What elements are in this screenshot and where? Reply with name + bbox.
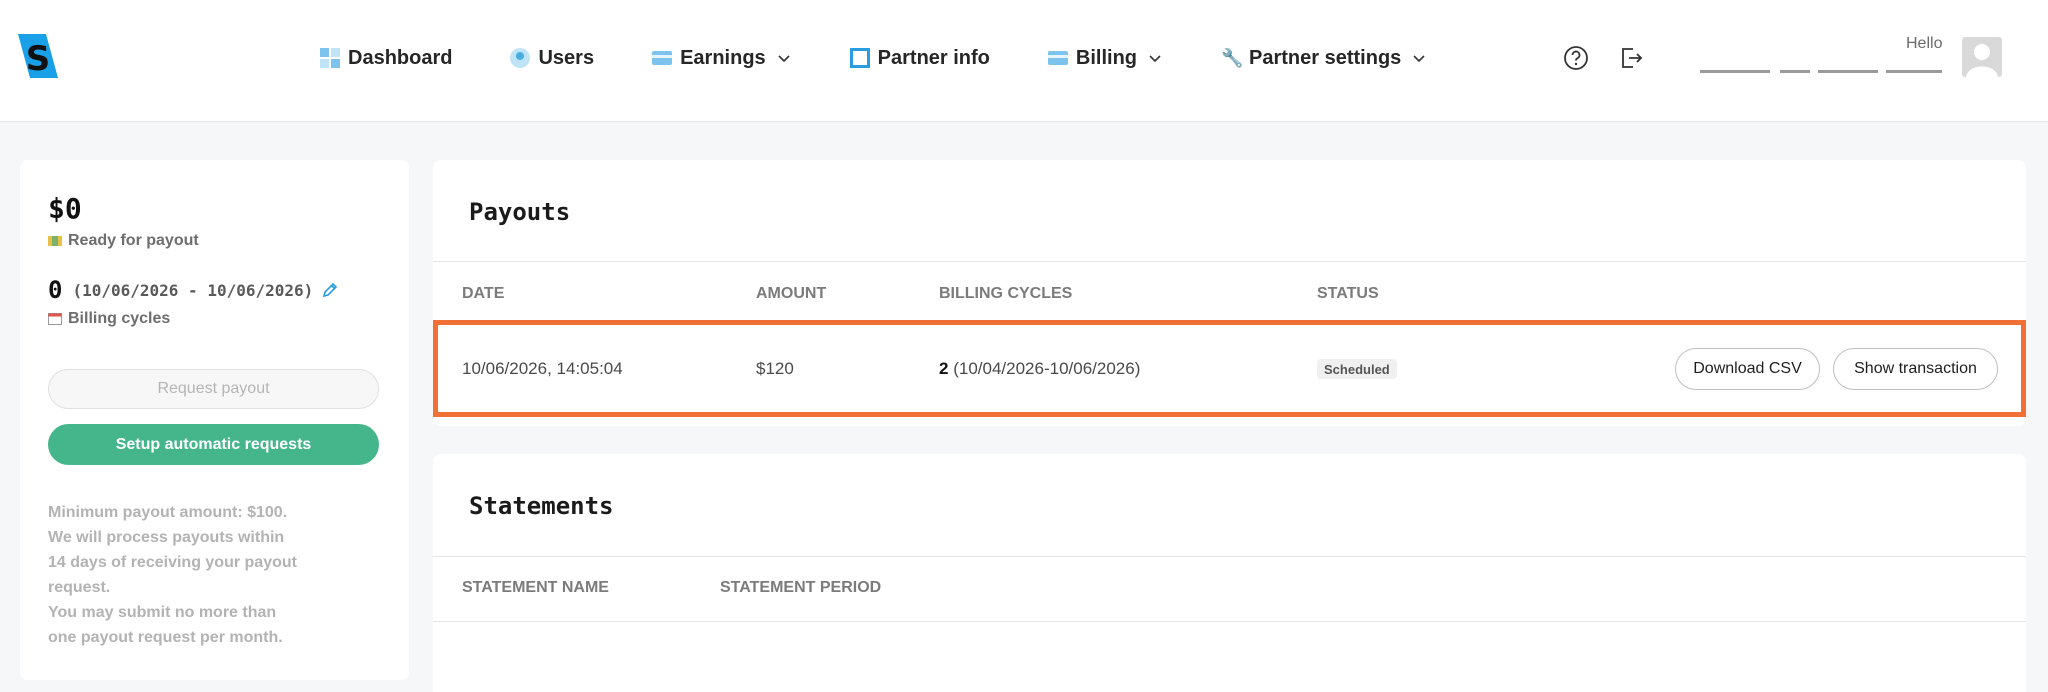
divider	[433, 261, 2026, 262]
column-header-amount: AMOUNT	[756, 285, 827, 302]
payout-date: 10/06/2026, 14:05:04	[462, 359, 623, 378]
nav-item-partner-info[interactable]: Partner info	[849, 40, 990, 76]
nav-item-label: Billing	[1075, 46, 1138, 69]
nav-item-dashboard[interactable]: Dashboard	[320, 40, 452, 76]
nav-item-partner-settings[interactable]: 🔧 Partner settings	[1221, 40, 1427, 76]
nav-item-earnings[interactable]: Earnings	[652, 40, 792, 76]
status-badge: Scheduled	[1317, 359, 1397, 379]
payouts-title: Payouts	[469, 198, 571, 226]
note-line: Minimum payout amount: $100.	[48, 504, 288, 521]
user-icon	[510, 48, 531, 68]
avatar[interactable]	[1962, 37, 2002, 77]
payouts-card: Payouts DATE AMOUNT BILLING CYCLES STATU…	[433, 160, 2026, 426]
wrench-icon: 🔧	[1221, 48, 1244, 68]
download-csv-button[interactable]: Download CSV	[1675, 348, 1820, 390]
main-nav: Dashboard Users Earnings Partner info Bi…	[320, 40, 1485, 76]
user-name-cropped	[1700, 70, 1942, 73]
payout-amount-cell: $120	[756, 359, 794, 378]
chevron-down-icon	[1413, 55, 1425, 63]
divider	[433, 621, 2026, 622]
avatar-placeholder-icon	[1966, 44, 1998, 77]
column-header-statement-name: STATEMENT NAME	[462, 579, 609, 596]
billing-cycles-count: 0	[48, 276, 63, 304]
column-header-date: DATE	[462, 285, 505, 302]
column-header-status: STATUS	[1317, 285, 1379, 302]
ready-for-payout: Ready for payout	[48, 232, 199, 250]
column-header-billing-cycles: BILLING CYCLES	[939, 285, 1073, 302]
nav-item-billing[interactable]: Billing	[1047, 40, 1163, 76]
dashboard-icon	[320, 48, 340, 68]
nav-item-label: Partner settings	[1249, 46, 1402, 69]
greeting: Hello	[1906, 35, 1943, 52]
payout-billing-cycles: 2 (10/04/2026-10/06/2026)	[939, 359, 1140, 379]
logo-icon[interactable]: S	[18, 34, 58, 78]
show-transaction-button[interactable]: Show transaction	[1833, 348, 1998, 390]
note-line: You may submit no more than	[48, 604, 277, 621]
card-icon	[652, 51, 673, 65]
note-line: request.	[48, 579, 111, 596]
request-payout-button[interactable]: Request payout	[48, 369, 379, 409]
card-icon	[1047, 51, 1068, 65]
billing-cycles-range: (10/06/2026 - 10/06/2026)	[72, 280, 314, 300]
payout-cycles-count: 2	[939, 359, 949, 378]
divider	[433, 556, 2026, 557]
square-icon	[849, 48, 870, 68]
calendar-icon	[48, 313, 62, 325]
note-line: We will process payouts within	[48, 529, 285, 546]
note-line: one payout request per month.	[48, 629, 283, 646]
chevron-down-icon	[1149, 55, 1161, 63]
money-icon	[48, 236, 62, 246]
nav-item-label: Partner info	[877, 46, 990, 69]
top-navigation-bar: S Dashboard Users Earnings Partner info	[0, 0, 2048, 122]
statements-card: Statements STATEMENT NAME STATEMENT PERI…	[433, 454, 2026, 692]
payout-cycles-range: (10/04/2026-10/06/2026)	[953, 359, 1141, 378]
nav-item-users[interactable]: Users	[510, 40, 594, 76]
ready-label: Ready for payout	[68, 232, 199, 249]
pencil-icon[interactable]	[321, 281, 339, 299]
logout-icon[interactable]	[1617, 44, 1645, 72]
payout-summary-card: $0 Ready for payout 0 (10/06/2026 - 10/0…	[20, 160, 409, 680]
nav-item-label: Dashboard	[348, 46, 453, 69]
nav-item-label: Earnings	[680, 46, 766, 69]
note-line: 14 days of receiving your payout	[48, 554, 297, 571]
column-header-statement-period: STATEMENT PERIOD	[720, 579, 882, 596]
setup-automatic-requests-button[interactable]: Setup automatic requests	[48, 424, 379, 465]
nav-item-label: Users	[538, 46, 595, 69]
billing-cycles-label: Billing cycles	[68, 310, 171, 327]
billing-cycles-summary: 0 (10/06/2026 - 10/06/2026)	[48, 276, 339, 304]
payout-notes: Minimum payout amount: $100. We will pro…	[48, 500, 318, 650]
chevron-down-icon	[778, 55, 790, 63]
billing-cycles-label-row: Billing cycles	[48, 310, 170, 328]
payout-amount: $0	[48, 192, 82, 225]
statements-title: Statements	[469, 492, 614, 520]
help-icon[interactable]	[1562, 44, 1590, 72]
svg-text:S: S	[26, 39, 51, 78]
